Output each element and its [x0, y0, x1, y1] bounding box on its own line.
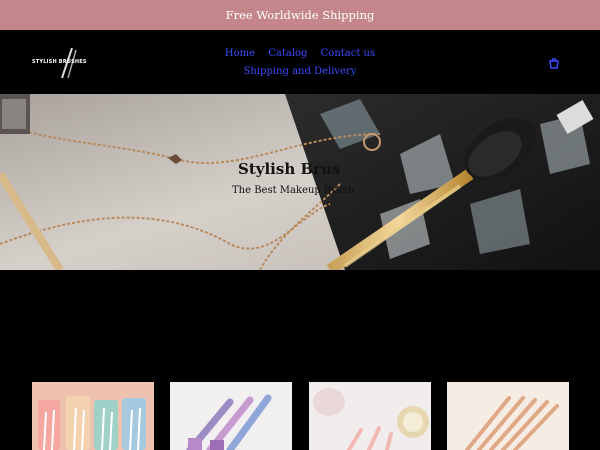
nav-home[interactable]: Home [225, 48, 255, 59]
product-image-1 [32, 382, 154, 450]
product-image-3 [309, 382, 431, 450]
site-logo[interactable]: STYLISH BRUSHES [32, 47, 100, 79]
hero-image [0, 94, 600, 270]
nav-shipping[interactable]: Shipping and Delivery [244, 66, 357, 77]
product-card-3[interactable] [309, 382, 431, 450]
hero-banner[interactable]: Stylish Brus The Best Makeup Brush [0, 94, 600, 270]
announcement-bar: Free Worldwide Shipping [0, 0, 600, 30]
hero-title: Stylish Brus [238, 160, 341, 178]
nav-contact[interactable]: Contact us [321, 48, 375, 59]
hero-subtitle: The Best Makeup Brush [232, 185, 355, 196]
nav-catalog[interactable]: Catalog [268, 48, 307, 59]
product-card-2[interactable] [170, 382, 292, 450]
product-image-4 [447, 382, 569, 450]
product-card-4[interactable] [447, 382, 569, 450]
cart-icon[interactable] [547, 55, 561, 69]
logo-text: STYLISH BRUSHES [32, 59, 87, 65]
announcement-text: Free Worldwide Shipping [225, 8, 375, 22]
site-header: STYLISH BRUSHES Home Catalog Contact us … [0, 30, 600, 94]
section-spacer [0, 270, 600, 382]
product-image-2 [170, 382, 292, 450]
product-card-1[interactable] [32, 382, 154, 450]
main-nav: Home Catalog Contact us Shipping and Del… [210, 45, 390, 81]
